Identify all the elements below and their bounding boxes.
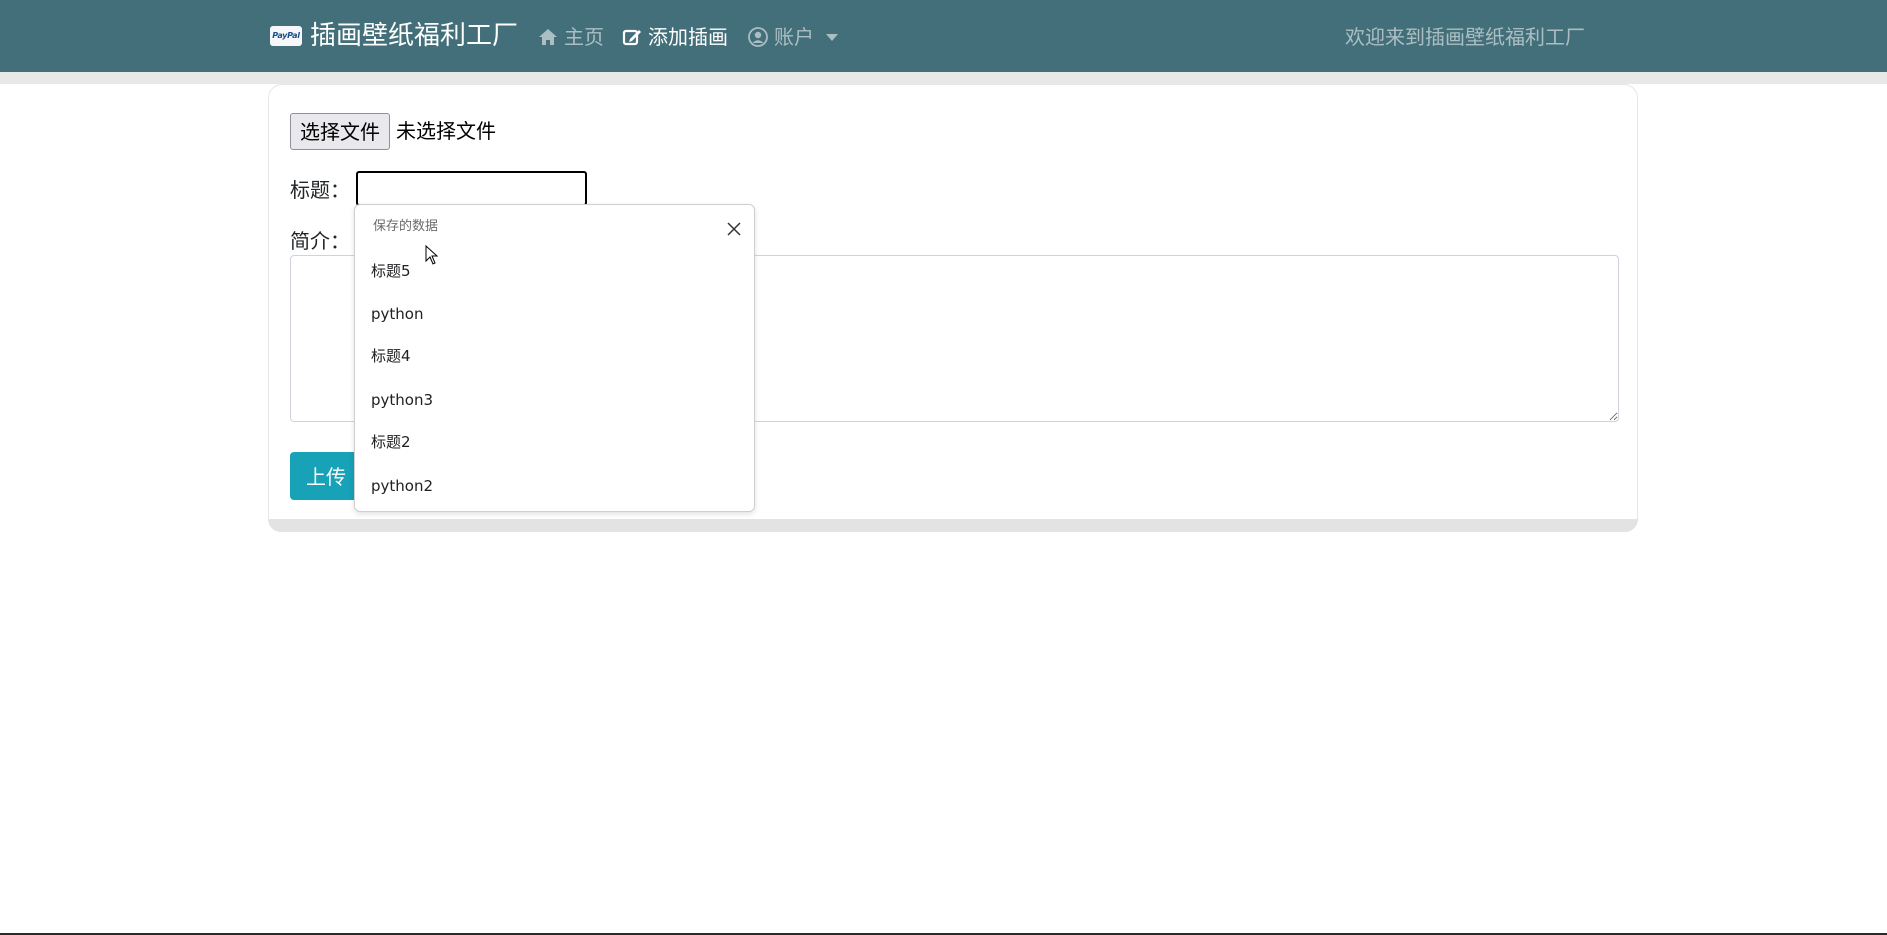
file-status-text: 未选择文件 <box>396 119 496 143</box>
nav-add-illustration-link[interactable]: 添加插画 <box>622 22 728 52</box>
nav-add-label: 添加插画 <box>648 25 728 49</box>
chevron-down-icon <box>826 33 838 41</box>
autocomplete-item[interactable]: 标题2 <box>371 431 411 453</box>
top-navbar: PayPal 插画壁纸福利工厂 主页 添加插画 账户 欢迎来到插画壁纸福利工厂 <box>0 0 1887 72</box>
card-footer <box>268 519 1638 532</box>
brand-link[interactable]: PayPal 插画壁纸福利工厂 <box>270 18 518 54</box>
home-icon <box>538 28 558 46</box>
autocomplete-item[interactable]: python <box>371 303 423 325</box>
edit-icon <box>622 27 642 47</box>
brand-title: 插画壁纸福利工厂 <box>310 21 519 51</box>
autocomplete-item[interactable]: python3 <box>371 389 433 411</box>
welcome-text: 欢迎来到插画壁纸福利工厂 <box>1345 25 1585 49</box>
title-input[interactable] <box>356 171 587 206</box>
nav-account-dropdown[interactable]: 账户 <box>748 22 838 52</box>
nav-account-label: 账户 <box>774 25 814 49</box>
nav-home-label: 主页 <box>564 25 604 49</box>
summary-label: 简介： <box>290 229 350 253</box>
user-circle-icon <box>748 27 768 47</box>
navbar-divider-band <box>0 72 1887 84</box>
nav-home-link[interactable]: 主页 <box>538 22 604 52</box>
autocomplete-item[interactable]: 标题4 <box>371 345 411 367</box>
close-icon[interactable] <box>727 221 741 236</box>
title-label: 标题： <box>290 178 350 202</box>
paypal-logo-icon: PayPal <box>270 26 302 46</box>
autocomplete-item[interactable]: 标题5 <box>371 260 411 282</box>
autocomplete-header: 保存的数据 <box>373 219 439 234</box>
choose-file-button[interactable]: 选择文件 <box>290 113 390 150</box>
autocomplete-dropdown: 保存的数据 标题5 python 标题4 python3 标题2 python2 <box>354 204 755 512</box>
autocomplete-item[interactable]: python2 <box>371 475 433 497</box>
